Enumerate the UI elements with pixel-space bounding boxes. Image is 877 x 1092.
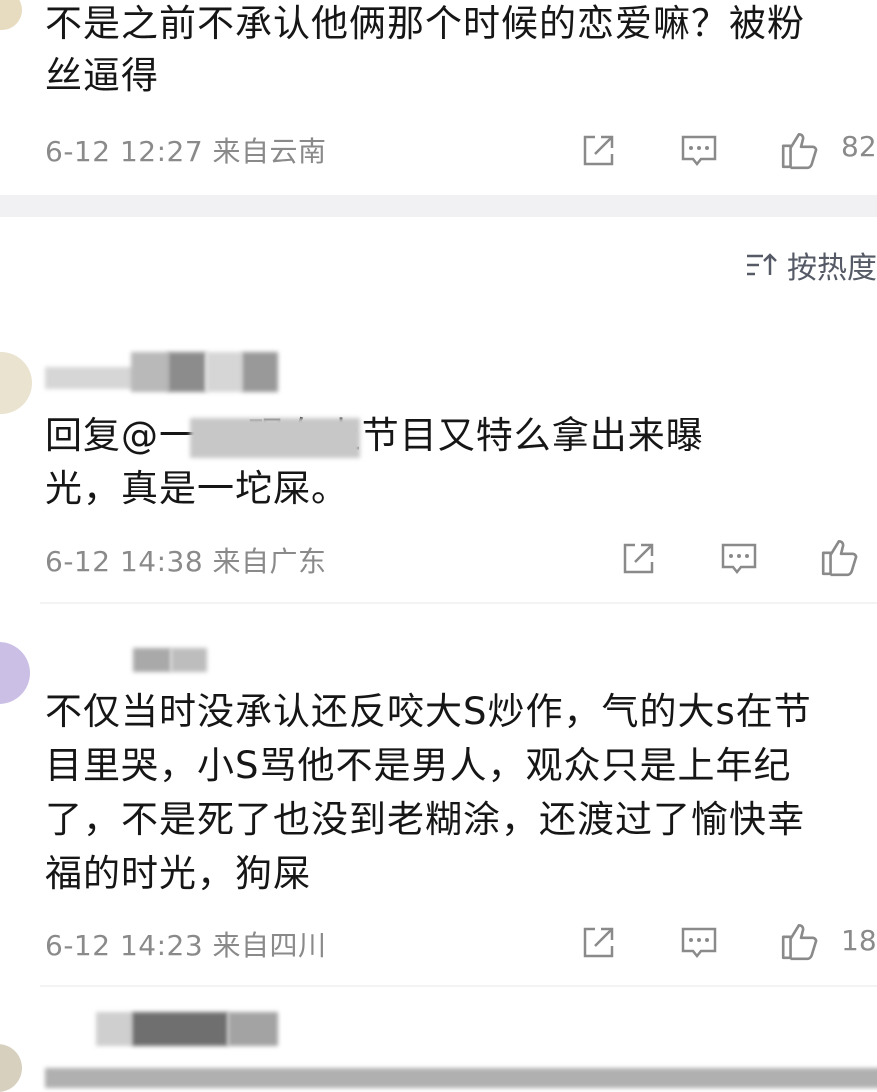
share-icon[interactable] [578, 923, 618, 963]
username-redacted [228, 1012, 278, 1046]
comment-text-line: 福的时光，狗屎 [45, 852, 311, 895]
comment-text-line: 回复@一 ：现在上节目又特么拿出来曝 [45, 414, 704, 457]
sort-toggle[interactable]: 按热度 [745, 243, 877, 287]
sort-label: 按热度 [787, 251, 877, 286]
username-redacted [171, 648, 207, 672]
thumbs-up-icon[interactable] [779, 920, 821, 962]
mention-redacted [190, 418, 360, 458]
username-redacted [168, 352, 206, 392]
separator [40, 985, 877, 987]
avatar[interactable] [0, 352, 32, 414]
username-redacted [242, 352, 278, 392]
share-icon[interactable] [578, 131, 618, 171]
username-redacted [133, 648, 171, 672]
comment-icon[interactable] [679, 923, 719, 963]
thumbs-up-icon[interactable] [819, 536, 861, 578]
comment-text-line: 不仅当时没承认还反咬大S炒作，气的大s在节 [45, 690, 812, 733]
comment-text-line: 光，真是一坨屎。 [45, 467, 349, 510]
section-divider [0, 195, 877, 217]
share-icon[interactable] [618, 539, 658, 579]
like-count: 82 [841, 130, 877, 163]
avatar[interactable] [0, 0, 22, 30]
avatar[interactable] [0, 1044, 22, 1092]
username-redacted [132, 1012, 228, 1046]
avatar[interactable] [0, 642, 30, 704]
username-redacted [96, 1012, 132, 1046]
comment-meta: 6-12 14:38 来自广东 [45, 545, 327, 578]
comment-meta: 6-12 12:27 来自云南 [45, 135, 327, 168]
comment-text-line: 不是之前不承认他俩那个时候的恋爱嘛？被粉 [45, 2, 805, 45]
comment-text-line: 丝逼得 [45, 54, 159, 97]
comment-text-line: 了，不是死了也没到老糊涂，还渡过了愉快幸 [45, 798, 805, 841]
username-redacted [206, 352, 242, 392]
comment-text-line: 目里哭，小S骂他不是男人，观众只是上年纪 [45, 744, 792, 787]
sort-icon [745, 251, 777, 279]
comment-icon[interactable] [679, 131, 719, 171]
username-redacted [131, 352, 169, 392]
like-count: 18 [841, 924, 877, 957]
comment-text-redacted [45, 1068, 877, 1088]
thumbs-up-icon[interactable] [779, 129, 821, 171]
separator [40, 602, 877, 604]
comment-icon[interactable] [719, 539, 759, 579]
comment-meta: 6-12 14:23 来自四川 [45, 929, 327, 962]
